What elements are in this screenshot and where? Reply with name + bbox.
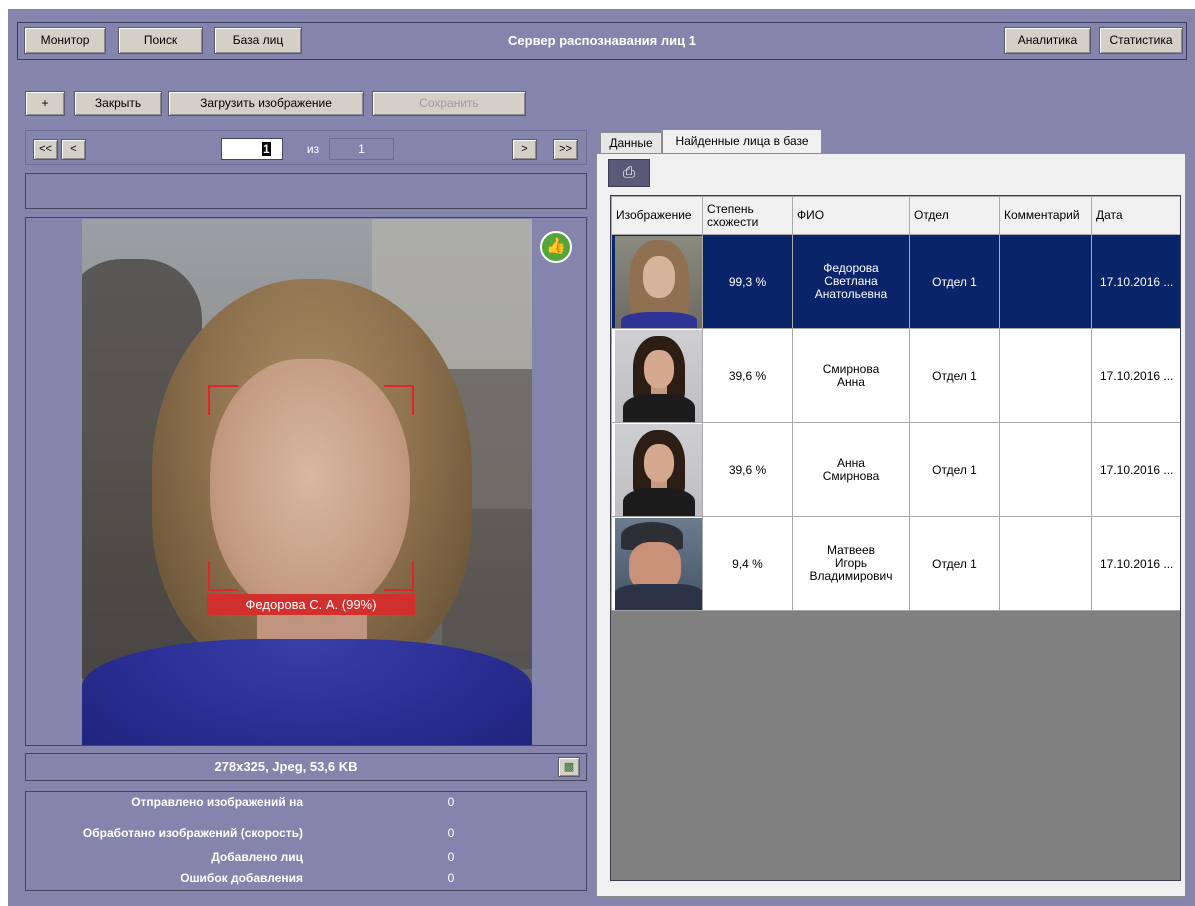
- row-date: 17.10.2016 ...: [1091, 516, 1180, 611]
- first-page-button[interactable]: <<: [33, 139, 58, 160]
- pager: << < 1 из 1 > >>: [25, 130, 587, 165]
- window-title: Сервер распознавания лиц 1: [508, 33, 696, 48]
- row-name: Анна Смирнова: [792, 422, 910, 517]
- save-button[interactable]: Сохранить: [372, 91, 526, 116]
- next-page-button[interactable]: >: [512, 139, 537, 160]
- stat-value: 0: [447, 795, 455, 809]
- row-department: Отдел 1: [909, 422, 1000, 517]
- image-name-bar: [25, 173, 587, 209]
- close-button[interactable]: Закрыть: [74, 91, 162, 116]
- uploaded-photo: Федорова С. А. (99%): [82, 219, 532, 745]
- tab-found-faces[interactable]: Найденные лица в базе: [662, 129, 822, 153]
- table-row[interactable]: 39,6 % Смирнова Анна Отдел 1 17.10.2016 …: [611, 328, 1180, 423]
- stat-value: 0: [447, 850, 455, 864]
- image-panel: Федорова С. А. (99%) 👍: [25, 217, 587, 746]
- row-similarity: 99,3 %: [702, 234, 793, 329]
- column-header-comment[interactable]: Комментарий: [999, 196, 1092, 235]
- column-header-date[interactable]: Дата: [1091, 196, 1180, 235]
- row-department: Отдел 1: [909, 328, 1000, 423]
- row-similarity: 39,6 %: [702, 328, 793, 423]
- row-comment: [999, 422, 1092, 517]
- row-date: 17.10.2016 ...: [1091, 422, 1180, 517]
- table-header-row: Изображение Степень схожести ФИО Отдел К…: [611, 196, 1180, 235]
- stat-label: Добавлено лиц: [211, 850, 303, 864]
- results-grid: Изображение Степень схожести ФИО Отдел К…: [610, 195, 1181, 881]
- face-match-label: Федорова С. А. (99%): [207, 594, 415, 615]
- stat-row: Ошибок добавления 0: [26, 871, 586, 889]
- prev-page-button[interactable]: <: [61, 139, 86, 160]
- row-comment: [999, 234, 1092, 329]
- thumbs-up-icon: 👍: [540, 231, 572, 263]
- search-button[interactable]: Поиск: [118, 27, 203, 54]
- row-date: 17.10.2016 ...: [1091, 328, 1180, 423]
- table-row[interactable]: 9,4 % Матвеев Игорь Владимирович Отдел 1…: [611, 516, 1180, 611]
- page-total: 1: [329, 138, 394, 160]
- row-name: Смирнова Анна: [792, 328, 910, 423]
- page-of-label: из: [306, 142, 320, 156]
- results-table: Изображение Степень схожести ФИО Отдел К…: [611, 196, 1180, 611]
- row-similarity: 39,6 %: [702, 422, 793, 517]
- stat-label: Обработано изображений (скорость): [82, 826, 303, 840]
- printer-icon[interactable]: ⎙: [608, 159, 650, 187]
- image-info-bar: 278x325, Jpeg, 53,6 KB ▩: [25, 753, 587, 781]
- face-database-button[interactable]: База лиц: [214, 27, 302, 54]
- column-header-department[interactable]: Отдел: [909, 196, 1000, 235]
- stat-row: Отправлено изображений на 0: [26, 795, 586, 813]
- page-number-input[interactable]: 1: [221, 138, 283, 160]
- table-row[interactable]: 99,3 % Федорова Светлана Анатольевна Отд…: [611, 234, 1180, 329]
- row-name: Матвеев Игорь Владимирович: [792, 516, 910, 611]
- column-header-name[interactable]: ФИО: [792, 196, 910, 235]
- save-image-icon[interactable]: ▩: [558, 757, 580, 777]
- row-thumbnail: [611, 422, 703, 517]
- row-thumbnail: [611, 516, 703, 611]
- stat-row: Добавлено лиц 0: [26, 850, 586, 868]
- stat-label: Отправлено изображений на: [131, 795, 303, 809]
- stat-row: Обработано изображений (скорость) 0: [26, 826, 586, 844]
- statistics-panel: Отправлено изображений на 0 Обработано и…: [25, 791, 587, 891]
- page-number-value: 1: [262, 142, 271, 156]
- column-header-image[interactable]: Изображение: [611, 196, 703, 235]
- add-button[interactable]: +: [25, 91, 65, 116]
- upload-image-button[interactable]: Загрузить изображение: [168, 91, 364, 116]
- row-similarity: 9,4 %: [702, 516, 793, 611]
- table-row[interactable]: 39,6 % Анна Смирнова Отдел 1 17.10.2016 …: [611, 422, 1180, 517]
- row-comment: [999, 516, 1092, 611]
- row-name: Федорова Светлана Анатольевна: [792, 234, 910, 329]
- image-info-text: 278x325, Jpeg, 53,6 KB: [214, 759, 358, 774]
- header-bar: Монитор Поиск База лиц Сервер распознава…: [17, 22, 1187, 60]
- statistics-button[interactable]: Статистика: [1099, 27, 1183, 54]
- row-department: Отдел 1: [909, 234, 1000, 329]
- stat-value: 0: [447, 826, 455, 840]
- stat-value: 0: [447, 871, 455, 885]
- row-thumbnail: [611, 234, 703, 329]
- stat-label: Ошибок добавления: [180, 871, 303, 885]
- analytics-button[interactable]: Аналитика: [1004, 27, 1091, 54]
- tab-data[interactable]: Данные: [600, 132, 662, 153]
- last-page-button[interactable]: >>: [553, 139, 578, 160]
- row-comment: [999, 328, 1092, 423]
- row-department: Отдел 1: [909, 516, 1000, 611]
- column-header-similarity[interactable]: Степень схожести: [702, 196, 793, 235]
- face-detection-frame: [208, 385, 414, 591]
- row-thumbnail: [611, 328, 703, 423]
- row-date: 17.10.2016 ...: [1091, 234, 1180, 329]
- monitor-button[interactable]: Монитор: [24, 27, 106, 54]
